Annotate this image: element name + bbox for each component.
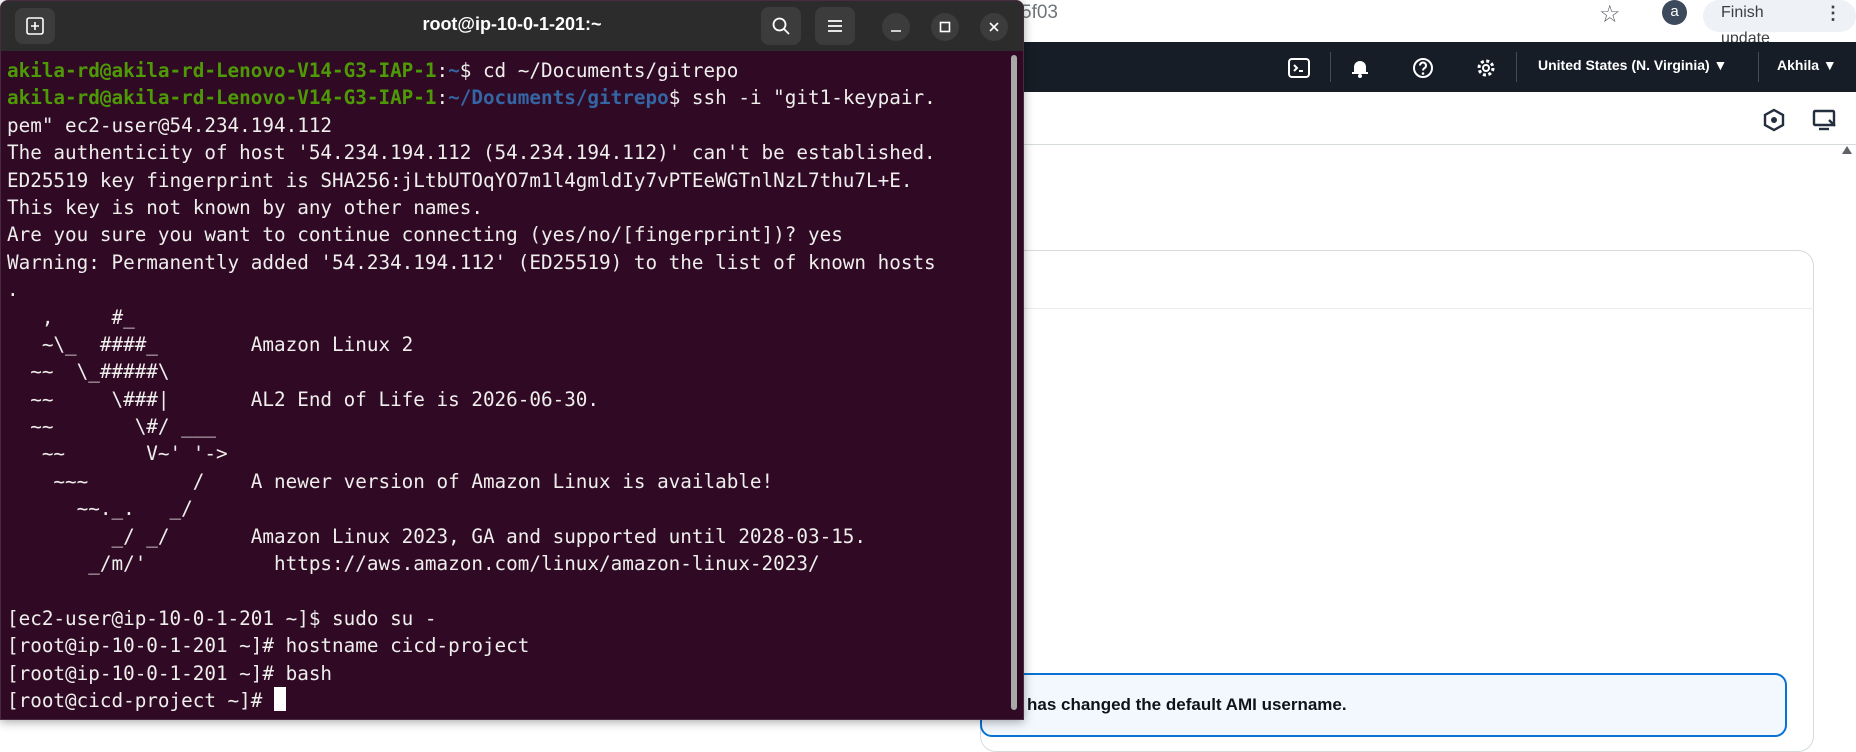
account-menu[interactable]: Akhila ▼	[1777, 57, 1837, 73]
terminal-lines: pem" ec2-user@54.234.194.112 The authenti…	[7, 112, 1005, 687]
prompt-user: akila-rd@akila-rd-Lenovo-V14-G3-IAP-1	[7, 86, 437, 110]
cloudshell-icon[interactable]	[1287, 56, 1311, 80]
terminal-line: _/m/' https://aws.amazon.com/linux/amazo…	[7, 552, 820, 576]
card-divider	[980, 308, 1814, 309]
nav-divider	[1758, 52, 1759, 82]
terminal-line: The authenticity of host '54.234.194.112…	[7, 141, 936, 165]
terminal-line: .	[7, 278, 19, 302]
maximize-button[interactable]	[931, 13, 959, 41]
terminal-line: ~~~ / A newer version of Amazon Linux is…	[7, 469, 774, 493]
bookmark-star-icon[interactable]: ☆	[1599, 0, 1621, 29]
hamburger-menu-icon	[828, 20, 842, 32]
terminal-line: ~\_ ####_ Amazon Linux 2	[7, 332, 414, 356]
terminal-line: ~~ \_#####\	[7, 360, 170, 384]
screen-icon[interactable]	[1812, 108, 1838, 132]
terminal-titlebar[interactable]: root@ip-10-0-1-201:~	[1, 1, 1023, 51]
terminal-line: akila-rd@akila-rd-Lenovo-V14-G3-IAP-1:~$…	[7, 59, 739, 82]
terminal-output[interactable]: akila-rd@akila-rd-Lenovo-V14-G3-IAP-1:~$…	[7, 57, 1005, 717]
terminal-cursor	[274, 686, 286, 711]
terminal-line: Are you sure you want to continue connec…	[7, 223, 843, 247]
terminal-line: akila-rd@akila-rd-Lenovo-V14-G3-IAP-1:~/…	[7, 86, 936, 110]
search-icon	[772, 17, 790, 35]
more-vert-icon: ⋮	[1824, 3, 1842, 23]
terminal-line: ~~._. _/	[7, 497, 193, 521]
prompt-path: ~/Documents/gitrepo	[448, 86, 669, 110]
terminal-line: ~~ V~' '->	[7, 442, 228, 466]
terminal-scrollbar[interactable]	[1011, 55, 1017, 710]
terminal-title: root@ip-10-0-1-201:~	[422, 14, 602, 34]
terminal-line: ~~ \#/ ___	[7, 415, 216, 439]
search-button[interactable]	[761, 7, 801, 45]
command-text: ssh -i "git1-keypair.	[691, 86, 936, 110]
finish-update-label: Finish update	[1721, 4, 1770, 47]
terminal-line: [ec2-user@ip-10-0-1-201 ~]$ sudo su -	[7, 606, 437, 630]
minimize-icon	[891, 30, 901, 32]
prompt-path: ~	[448, 59, 460, 82]
help-icon[interactable]	[1411, 56, 1435, 80]
hexagon-icon[interactable]	[1762, 108, 1786, 132]
account-label: Akhila	[1777, 57, 1820, 73]
terminal-window: root@ip-10-0-1-201:~ akila-rd@akila-rd-L…	[0, 0, 1024, 720]
current-prompt: [root@cicd-project ~]#	[7, 688, 274, 712]
info-alert-text: has changed the default AMI username.	[1027, 695, 1347, 714]
profile-avatar[interactable]: a	[1662, 0, 1687, 25]
command-text: cd ~/Documents/gitrepo	[482, 59, 739, 82]
nav-divider	[1330, 52, 1331, 82]
bell-icon[interactable]	[1348, 56, 1372, 80]
region-label: United States (N. Virginia)	[1538, 57, 1710, 73]
scrollbar-up-arrow[interactable]	[1842, 146, 1852, 154]
maximize-icon	[939, 21, 951, 33]
terminal-line: [root@ip-10-0-1-201 ~]# hostname cicd-pr…	[7, 634, 530, 658]
terminal-line: ED25519 key fingerprint is SHA256:jLtbUT…	[7, 168, 913, 192]
menu-button[interactable]	[815, 7, 855, 45]
terminal-line: , #_	[7, 305, 135, 329]
terminal-line: This key is not known by any other names…	[7, 195, 483, 219]
finish-update-button[interactable]: Finish update ⋮	[1703, 0, 1856, 47]
close-icon	[989, 22, 999, 32]
gear-icon[interactable]	[1474, 56, 1498, 80]
terminal-line: pem" ec2-user@54.234.194.112	[7, 113, 333, 137]
prompt-user: akila-rd@akila-rd-Lenovo-V14-G3-IAP-1	[7, 59, 437, 82]
address-bar-text[interactable]: 5f03	[1021, 2, 1058, 24]
terminal-line: [root@ip-10-0-1-201 ~]# bash	[7, 661, 333, 685]
minimize-button[interactable]	[882, 13, 910, 41]
terminal-line: Warning: Permanently added '54.234.194.1…	[7, 250, 936, 274]
region-selector[interactable]: United States (N. Virginia) ▼	[1538, 57, 1727, 73]
nav-divider	[1516, 52, 1517, 82]
terminal-line: _/ _/ Amazon Linux 2023, GA and supporte…	[7, 524, 867, 548]
terminal-line: ~~ \###| AL2 End of Life is 2026-06-30.	[7, 387, 600, 411]
terminal-prompt-line[interactable]: [root@cicd-project ~]#	[7, 686, 1005, 714]
close-button[interactable]	[980, 13, 1008, 41]
